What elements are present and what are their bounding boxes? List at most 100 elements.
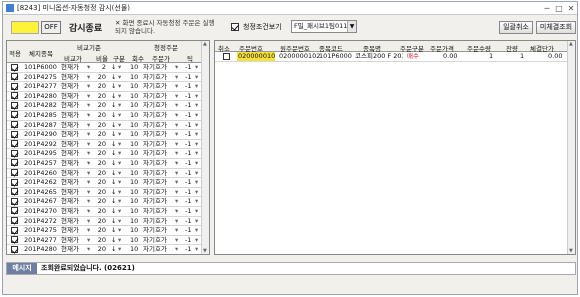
table-row[interactable]: 201P4280 현재가 ▾ 20 ↓ ▾ 10 자기호가 ▾ -1 ▾	[7, 245, 209, 254]
compare-price-select[interactable]: 현재가	[61, 130, 79, 139]
type-value[interactable]: ↓	[111, 197, 116, 206]
chevron-down-icon[interactable]: ▾	[175, 245, 178, 254]
chevron-down-icon[interactable]: ▾	[175, 217, 178, 226]
count-value[interactable]: 10	[130, 178, 138, 187]
table-row[interactable]: 101P6000 현재가 ▾ 2 ↓ ▾ 10 자기호가 ▾ -1 ▾	[7, 63, 209, 73]
chevron-down-icon[interactable]: ▾	[87, 159, 90, 168]
count-value[interactable]: 10	[130, 188, 138, 197]
chevron-down-icon[interactable]: ▾	[87, 169, 90, 178]
chevron-down-icon[interactable]: ▾	[195, 121, 198, 130]
chevron-down-icon[interactable]: ▾	[118, 188, 121, 197]
chevron-down-icon[interactable]: ▾	[195, 149, 198, 158]
chevron-down-icon[interactable]: ▾	[175, 73, 178, 82]
apply-checkbox[interactable]	[11, 226, 18, 234]
count-value[interactable]: 10	[130, 111, 138, 120]
apply-checkbox[interactable]	[11, 217, 18, 224]
chevron-down-icon[interactable]: ▾	[175, 188, 178, 197]
chevron-down-icon[interactable]: ▾	[87, 245, 90, 254]
order-price-select[interactable]: 자기호가	[143, 92, 167, 101]
chevron-down-icon[interactable]: ▾	[87, 111, 90, 120]
chevron-down-icon[interactable]: ▾	[87, 207, 90, 216]
type-value[interactable]: ↓	[111, 121, 116, 130]
count-value[interactable]: 10	[130, 159, 138, 168]
apply-checkbox[interactable]	[11, 149, 18, 157]
chevron-down-icon[interactable]: ▾	[87, 63, 90, 72]
type-value[interactable]: ↓	[111, 130, 116, 139]
chevron-down-icon[interactable]: ▾	[195, 92, 198, 101]
apply-checkbox[interactable]	[11, 73, 18, 81]
order-price-select[interactable]: 자기호가	[143, 236, 167, 245]
apply-checkbox[interactable]	[11, 140, 18, 148]
ratio-value[interactable]: 20	[94, 121, 106, 130]
compare-price-select[interactable]: 현재가	[61, 63, 79, 72]
chevron-down-icon[interactable]: ▾	[195, 159, 198, 168]
compare-price-select[interactable]: 현재가	[61, 82, 79, 91]
apply-checkbox[interactable]	[11, 245, 18, 253]
chevron-down-icon[interactable]: ▾	[87, 140, 90, 149]
ratio-value[interactable]: 20	[94, 178, 106, 187]
chevron-down-icon[interactable]: ▾	[195, 178, 198, 187]
ratio-value[interactable]: 20	[94, 217, 106, 226]
count-value[interactable]: 10	[130, 217, 138, 226]
chevron-down-icon[interactable]: ▾	[175, 207, 178, 216]
type-value[interactable]: ↓	[111, 111, 116, 120]
ratio-value[interactable]: 20	[94, 92, 106, 101]
chevron-down-icon[interactable]: ▾	[195, 130, 198, 139]
table-row[interactable]: 201P4257 현재가 ▾ 20 ↓ ▾ 10 자기호가 ▾ -1 ▾	[7, 159, 209, 169]
ratio-value[interactable]: 20	[94, 207, 106, 216]
table-row[interactable]: 201P4260 현재가 ▾ 20 ↓ ▾ 10 자기호가 ▾ -1 ▾	[7, 169, 209, 179]
tick-value[interactable]: -1	[185, 207, 191, 216]
chevron-down-icon[interactable]: ▾	[195, 226, 198, 235]
chevron-down-icon[interactable]: ▾	[195, 73, 198, 82]
apply-checkbox[interactable]	[11, 130, 18, 138]
chevron-down-icon[interactable]: ▾	[175, 236, 178, 245]
table-row[interactable]: 201P4270 현재가 ▾ 20 ↓ ▾ 10 자기호가 ▾ -1 ▾	[7, 207, 209, 217]
chevron-down-icon[interactable]: ▾	[118, 63, 121, 72]
compare-price-select[interactable]: 현재가	[61, 92, 79, 101]
count-value[interactable]: 10	[130, 73, 138, 82]
apply-checkbox[interactable]	[11, 121, 18, 129]
tick-value[interactable]: -1	[185, 245, 191, 254]
compare-price-select[interactable]: 현재가	[61, 101, 79, 110]
compare-price-select[interactable]: 현재가	[61, 149, 79, 158]
compare-price-select[interactable]: 현재가	[61, 245, 79, 254]
chevron-down-icon[interactable]: ▾	[175, 121, 178, 130]
apply-checkbox[interactable]	[11, 188, 18, 196]
order-price-select[interactable]: 자기호가	[143, 188, 167, 197]
ratio-value[interactable]: 20	[94, 245, 106, 254]
chevron-down-icon[interactable]: ▾	[195, 236, 198, 245]
table-row[interactable]: 201P4275 현재가 ▾ 20 ↓ ▾ 10 자기호가 ▾ -1 ▾	[7, 226, 209, 236]
compare-price-select[interactable]: 현재가	[61, 111, 79, 120]
tick-value[interactable]: -1	[185, 101, 191, 110]
chevron-down-icon[interactable]: ▾	[195, 245, 198, 254]
compare-price-select[interactable]: 현재가	[61, 121, 79, 130]
close-icon[interactable]: ✕	[565, 4, 577, 13]
type-value[interactable]: ↓	[111, 159, 116, 168]
apply-checkbox[interactable]	[11, 159, 18, 167]
count-value[interactable]: 10	[130, 82, 138, 91]
tick-value[interactable]: -1	[185, 121, 191, 130]
table-row[interactable]: 201P4272 현재가 ▾ 20 ↓ ▾ 10 자기호가 ▾ -1 ▾	[7, 217, 209, 227]
compare-price-select[interactable]: 현재가	[61, 140, 79, 149]
type-value[interactable]: ↓	[111, 207, 116, 216]
chevron-down-icon[interactable]: ▾	[195, 169, 198, 178]
chevron-down-icon[interactable]: ▾	[87, 178, 90, 187]
ratio-value[interactable]: 20	[94, 73, 106, 82]
type-value[interactable]: ↓	[111, 63, 116, 72]
compare-price-select[interactable]: 현재가	[61, 236, 79, 245]
type-value[interactable]: ↓	[111, 82, 116, 91]
tick-value[interactable]: -1	[185, 82, 191, 91]
chevron-down-icon[interactable]: ▾	[195, 217, 198, 226]
ratio-value[interactable]: 20	[94, 236, 106, 245]
chevron-down-icon[interactable]: ▾	[87, 101, 90, 110]
chevron-down-icon[interactable]: ▾	[118, 207, 121, 216]
chevron-down-icon[interactable]: ▾	[175, 178, 178, 187]
order-price-select[interactable]: 자기호가	[143, 169, 167, 178]
chevron-down-icon[interactable]: ▾	[195, 111, 198, 120]
type-value[interactable]: ↓	[111, 188, 116, 197]
chevron-down-icon[interactable]: ▾	[175, 101, 178, 110]
count-value[interactable]: 10	[130, 63, 138, 72]
cancel-all-button[interactable]: 일괄취소	[499, 21, 533, 34]
chevron-down-icon[interactable]: ▾	[118, 92, 121, 101]
order-price-select[interactable]: 자기호가	[143, 226, 167, 235]
